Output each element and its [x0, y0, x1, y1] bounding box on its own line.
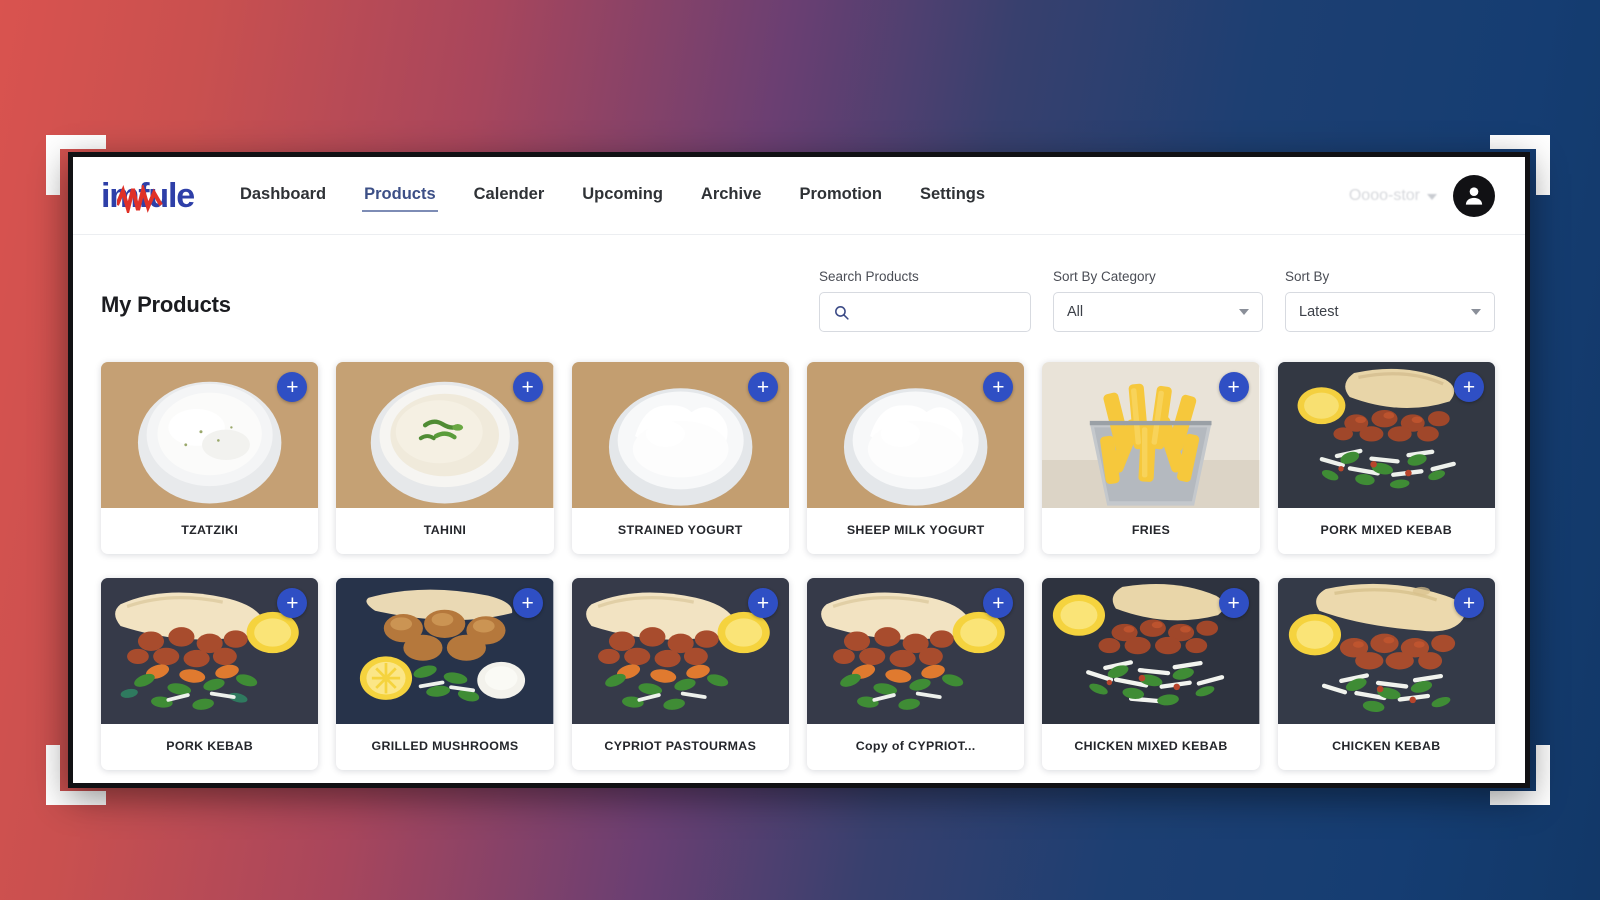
search-icon	[835, 305, 849, 320]
nav-item-calender[interactable]: Calender	[472, 179, 547, 212]
app-logo[interactable]: imfule	[101, 179, 198, 213]
search-input[interactable]	[819, 292, 1031, 332]
product-name: TZATZIKI	[181, 523, 239, 537]
search-label: Search Products	[819, 269, 919, 284]
product-card[interactable]: + CHICKEN MIXED KEBAB	[1042, 578, 1260, 770]
category-select[interactable]: All	[1053, 292, 1263, 332]
add-product-button[interactable]: +	[512, 372, 543, 402]
nav-item-archive[interactable]: Archive	[699, 179, 764, 212]
product-card[interactable]: + CHICKEN KEBAB	[1277, 578, 1495, 770]
chevron-down-icon	[1427, 194, 1437, 200]
nav-item-dashboard[interactable]: Dashboard	[238, 179, 328, 212]
app-logo-text: imfule	[101, 176, 195, 215]
product-card[interactable]: + TAHINI	[336, 362, 554, 554]
category-select-value: All	[1067, 304, 1084, 320]
filter-bar: My Products Search Products Sort By Cate…	[101, 269, 1495, 332]
search-field-group: Search Products	[819, 269, 1031, 332]
sort-label: Sort By	[1285, 269, 1330, 284]
sort-select-value: Latest	[1299, 304, 1339, 320]
category-label: Sort By Category	[1053, 269, 1156, 284]
product-name: CYPRIOT PASTOURMAS	[604, 739, 757, 753]
product-name: CHICKEN KEBAB	[1332, 739, 1441, 753]
chevron-down-icon	[1471, 309, 1481, 315]
product-name: PORK KEBAB	[166, 739, 254, 753]
chevron-down-icon	[1239, 309, 1249, 315]
user-avatar-icon	[1465, 186, 1483, 205]
product-name: GRILLED MUSHROOMS	[371, 739, 519, 753]
add-product-button[interactable]: +	[747, 372, 778, 402]
add-product-button[interactable]: +	[1453, 372, 1484, 402]
page-title: My Products	[101, 292, 231, 317]
top-navigation-bar: imfule Dashboard Products Calender Upcom…	[73, 157, 1525, 235]
sort-field-group: Sort By Latest	[1285, 269, 1495, 332]
product-card[interactable]: + TZATZIKI	[101, 362, 319, 554]
product-card[interactable]: + STRAINED YOGURT	[571, 362, 789, 554]
product-card[interactable]: + FRIES	[1042, 362, 1260, 554]
nav-item-products[interactable]: Products	[362, 179, 438, 212]
product-card[interactable]: + GRILLED MUSHROOMS	[336, 578, 554, 770]
product-name: Copy of CYPRIOT...	[855, 739, 976, 753]
user-name-label: Oooo-stor	[1348, 186, 1420, 204]
add-product-button[interactable]: +	[1218, 588, 1249, 618]
nav-item-promotion[interactable]: Promotion	[797, 179, 884, 212]
product-name: FRIES	[1131, 523, 1171, 537]
product-card[interactable]: + PORK KEBAB	[101, 578, 319, 770]
product-name: SHEEP MILK YOGURT	[846, 523, 985, 537]
product-card[interactable]: + CYPRIOT PASTOURMAS	[571, 578, 789, 770]
avatar[interactable]	[1453, 174, 1495, 217]
products-page: My Products Search Products Sort By Cate…	[73, 235, 1525, 783]
add-product-button[interactable]: +	[747, 588, 778, 618]
user-area: Oooo-stor	[1349, 174, 1495, 217]
browser-window: imfule Dashboard Products Calender Upcom…	[68, 152, 1530, 788]
add-product-button[interactable]: +	[512, 588, 543, 618]
product-grid: + TZATZIKI + TAHINI + STRAINED YOGURT + …	[101, 362, 1495, 770]
user-menu[interactable]: Oooo-stor	[1349, 187, 1437, 205]
main-nav: Dashboard Products Calender Upcoming Arc…	[238, 179, 987, 212]
sort-select[interactable]: Latest	[1285, 292, 1495, 332]
product-name: PORK MIXED KEBAB	[1320, 523, 1453, 537]
category-field-group: Sort By Category All	[1053, 269, 1263, 332]
product-name: TAHINI	[423, 523, 467, 537]
nav-item-settings[interactable]: Settings	[918, 179, 987, 212]
add-product-button[interactable]: +	[1218, 372, 1249, 402]
product-card[interactable]: + Copy of CYPRIOT...	[806, 578, 1025, 770]
product-card[interactable]: + SHEEP MILK YOGURT	[806, 362, 1025, 554]
add-product-button[interactable]: +	[1453, 588, 1484, 618]
product-name: STRAINED YOGURT	[617, 523, 743, 537]
product-name: CHICKEN MIXED KEBAB	[1074, 739, 1228, 753]
nav-item-upcoming[interactable]: Upcoming	[580, 179, 665, 212]
product-card[interactable]: + PORK MIXED KEBAB	[1277, 362, 1495, 554]
